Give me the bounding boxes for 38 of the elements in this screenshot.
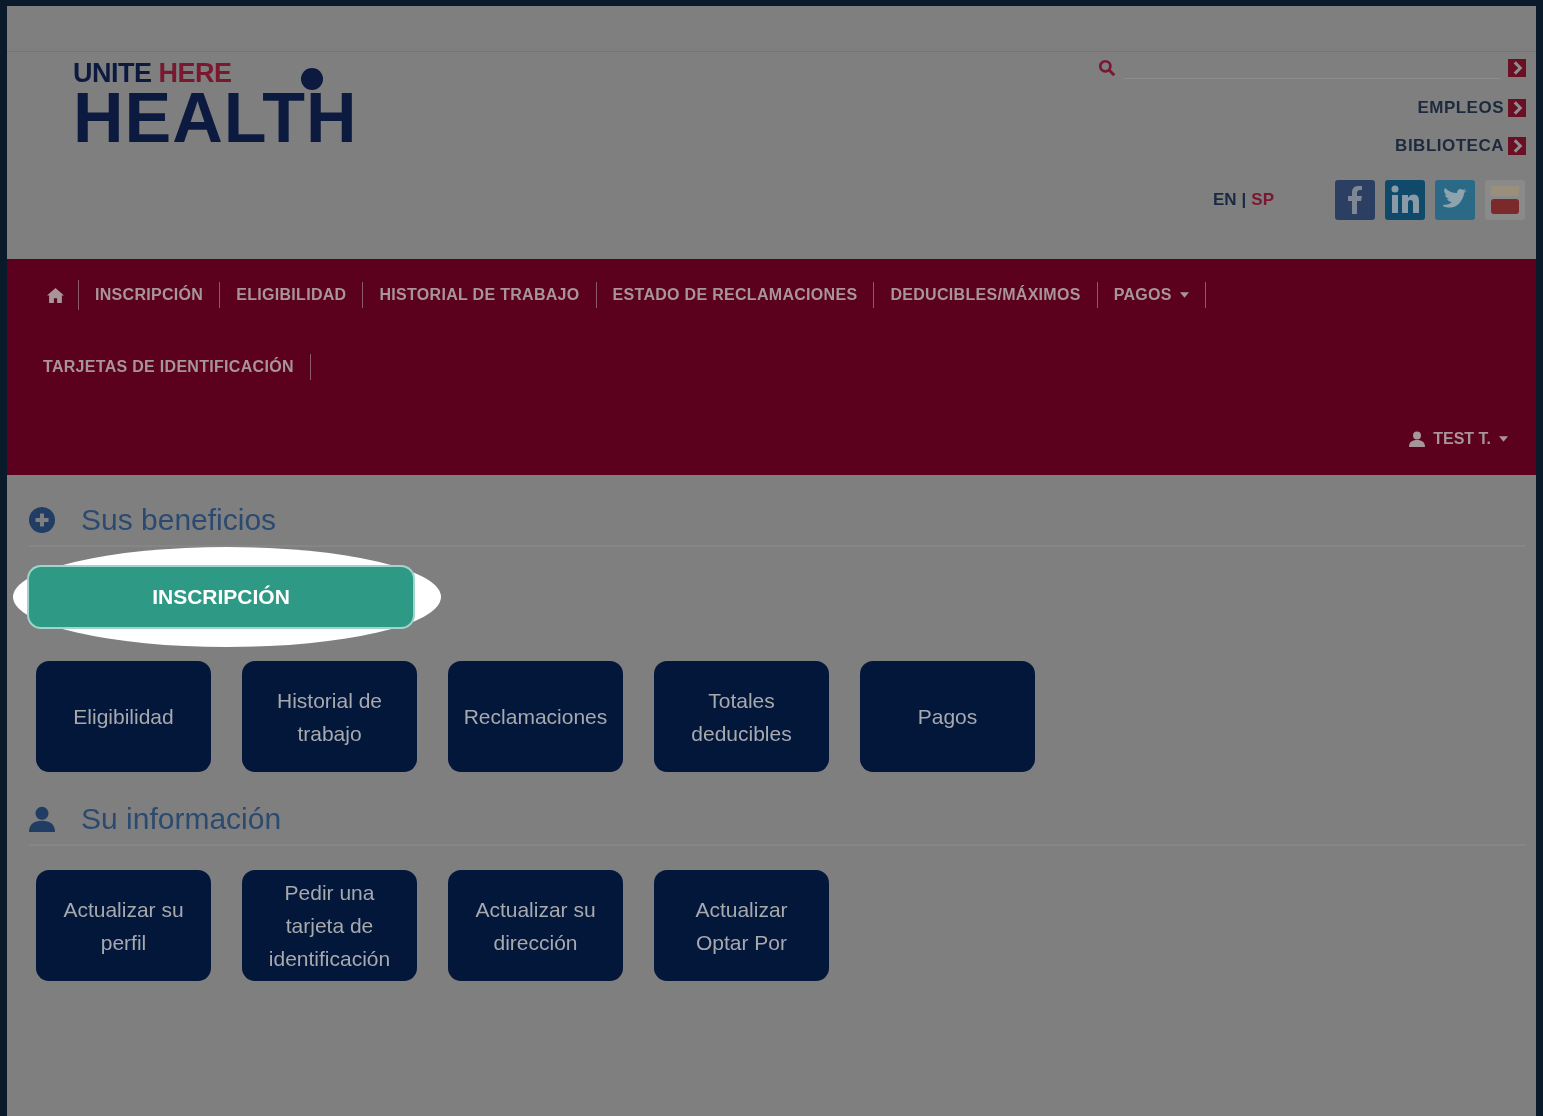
nav-link[interactable]: INSCRIPCIÓN bbox=[95, 282, 221, 308]
arrow-right-icon[interactable] bbox=[1508, 59, 1526, 77]
section-title: Su información bbox=[81, 802, 282, 836]
tile-button[interactable]: Totales deducibles bbox=[654, 661, 829, 772]
tile-button[interactable]: Pedir una tarjeta de identificación bbox=[242, 870, 417, 981]
nav-link[interactable]: ESTADO DE RECLAMACIONES bbox=[612, 282, 875, 308]
facebook-icon[interactable] bbox=[1334, 180, 1376, 220]
header-link[interactable]: BIBLIOTECA bbox=[1395, 136, 1504, 156]
nav-link[interactable]: HISTORIAL DE TRABAJO bbox=[379, 282, 597, 308]
arrow-right-icon[interactable] bbox=[1508, 99, 1526, 117]
primary-button[interactable]: INSCRIPCIÓN bbox=[29, 567, 413, 627]
language-separator: | bbox=[1241, 190, 1247, 210]
tile-button[interactable]: Actualizar Optar Por bbox=[654, 870, 829, 981]
tile-button[interactable]: Historial de trabajo bbox=[242, 661, 417, 772]
user-menu[interactable]: TEST T. bbox=[1409, 430, 1508, 448]
section-title: Sus beneficios bbox=[81, 503, 277, 537]
video-icon[interactable] bbox=[1484, 180, 1526, 220]
arrow-right-icon[interactable] bbox=[1508, 137, 1526, 155]
home-icon[interactable] bbox=[47, 286, 64, 304]
person-icon bbox=[1409, 431, 1426, 447]
plus-circle-icon bbox=[29, 507, 55, 533]
bird-icon[interactable] bbox=[1434, 180, 1476, 220]
tile-button[interactable]: Reclamaciones bbox=[448, 661, 623, 772]
tile-button[interactable]: Pagos bbox=[860, 661, 1035, 772]
tile-button[interactable]: Actualizar su perfil bbox=[36, 870, 211, 981]
logo[interactable]: UNITE HERE HEALTH bbox=[73, 60, 358, 153]
header-link[interactable]: EMPLEOS bbox=[1417, 98, 1504, 118]
nav-link[interactable]: DEDUCIBLES/MÁXIMOS bbox=[890, 282, 1098, 308]
nav-link[interactable]: ELIGIBILIDAD bbox=[236, 282, 364, 308]
language-link[interactable]: SP bbox=[1251, 190, 1274, 210]
linkedin-icon[interactable] bbox=[1384, 180, 1426, 220]
nav-link[interactable]: PAGOS bbox=[1113, 282, 1206, 308]
tile-button[interactable]: Eligibilidad bbox=[36, 661, 211, 772]
tile-button[interactable]: Actualizar su dirección bbox=[448, 870, 623, 981]
language-link[interactable]: EN bbox=[1212, 190, 1237, 210]
nav-link[interactable]: TARJETAS DE IDENTIFICACIÓN bbox=[43, 354, 311, 380]
search-icon[interactable] bbox=[1098, 59, 1116, 77]
person-icon bbox=[29, 806, 55, 832]
